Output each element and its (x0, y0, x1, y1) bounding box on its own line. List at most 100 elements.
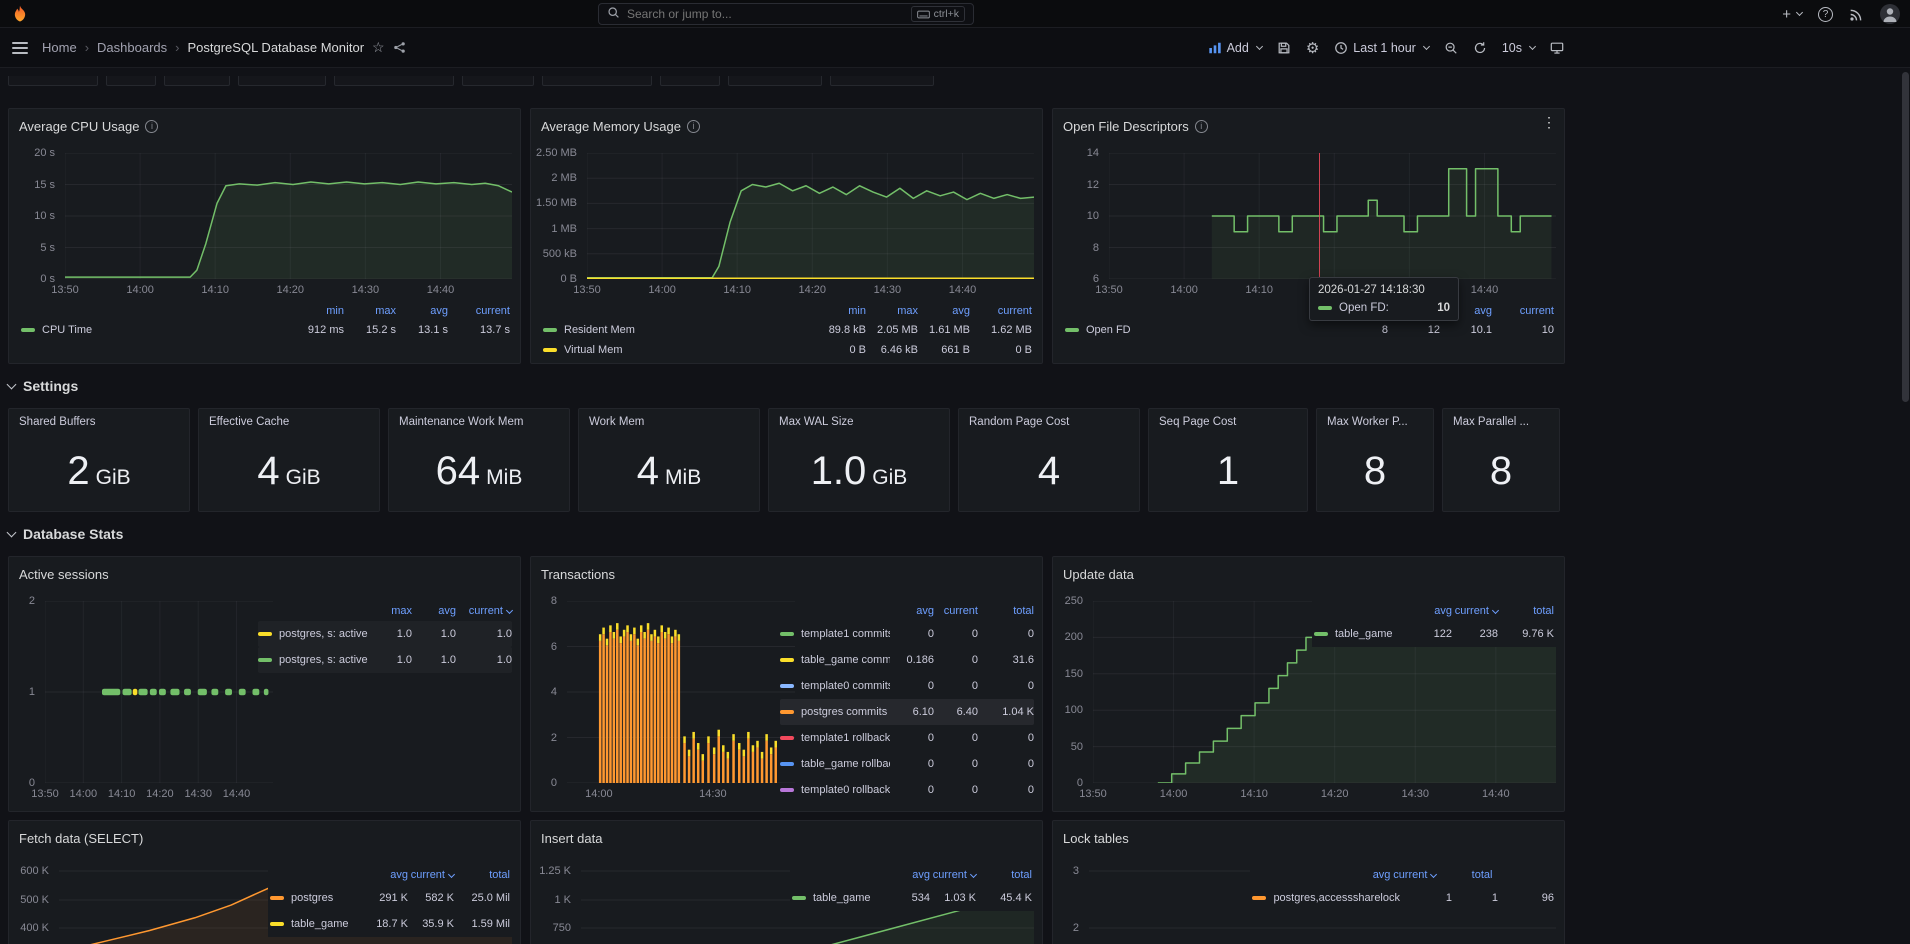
variable-dropdown[interactable] (462, 76, 534, 86)
legend-header-total[interactable]: total (1436, 869, 1492, 881)
time-range-picker[interactable]: Last 1 hour (1334, 41, 1429, 55)
series-label[interactable]: table_game (813, 892, 871, 904)
section-header-settings[interactable]: Settings (8, 372, 1565, 400)
variable-dropdown[interactable] (542, 76, 652, 86)
variable-dropdown[interactable] (106, 76, 156, 86)
legend-header-avg[interactable]: avg (412, 605, 456, 617)
series-label[interactable]: table_game commits (801, 654, 890, 666)
refresh-interval-picker[interactable]: 10s (1502, 41, 1535, 55)
search-box[interactable]: ctrl+k (598, 3, 974, 25)
series-label[interactable]: template0 commits (801, 680, 890, 692)
zoom-out-icon[interactable] (1444, 41, 1458, 55)
menu-toggle-icon[interactable] (12, 42, 28, 54)
new-button[interactable]: + (1782, 6, 1802, 23)
breadcrumb-home[interactable]: Home (42, 40, 77, 55)
kiosk-mode-icon[interactable] (1550, 41, 1564, 55)
dashboard-settings-icon[interactable]: ⚙ (1306, 39, 1319, 57)
series-label[interactable]: table_game (291, 918, 349, 930)
series-label[interactable]: table_game rollbacks (801, 758, 890, 770)
variable-dropdown[interactable] (830, 76, 934, 86)
info-icon[interactable]: i (687, 120, 700, 133)
legend-header-current[interactable]: current (448, 305, 510, 317)
legend-header-total[interactable]: total (978, 605, 1034, 617)
breadcrumb-dashboards[interactable]: Dashboards (97, 40, 167, 55)
legend-header-avg[interactable]: avg (362, 869, 408, 881)
legend-header-total[interactable]: total (1498, 605, 1554, 617)
series-label[interactable]: postgres (291, 892, 333, 904)
legend-header-avg[interactable]: avg (396, 305, 448, 317)
plot-area[interactable] (567, 601, 795, 783)
variable-dropdown[interactable] (238, 76, 326, 86)
variable-dropdown[interactable] (660, 76, 720, 86)
favorite-star-icon[interactable]: ☆ (372, 39, 385, 56)
panel-menu-icon[interactable]: ⋮ (1542, 115, 1556, 129)
series-label[interactable]: table_game (1335, 628, 1393, 640)
panel-header[interactable]: Lock tables (1053, 821, 1564, 855)
info-icon[interactable]: i (145, 120, 158, 133)
panel-header[interactable]: Insert data (531, 821, 1042, 855)
series-label[interactable]: Virtual Mem (564, 344, 622, 356)
variable-dropdown[interactable] (728, 76, 822, 86)
panel-header[interactable]: Active sessions (9, 557, 520, 591)
legend-header-avg[interactable]: avg (884, 869, 930, 881)
user-avatar[interactable] (1880, 4, 1900, 24)
legend-header-avg[interactable]: avg (1344, 869, 1390, 881)
legend-header-avg[interactable]: avg (918, 305, 970, 317)
panel-header[interactable]: Update data (1053, 557, 1564, 591)
legend-header-current[interactable]: current (970, 305, 1032, 317)
panel-header[interactable]: Average CPU Usage i (9, 109, 520, 143)
share-icon[interactable] (393, 41, 406, 54)
legend-header-current[interactable]: current (934, 605, 978, 617)
scrollbar[interactable] (1902, 72, 1909, 402)
legend-header-max[interactable]: max (344, 305, 396, 317)
legend-header-max[interactable]: max (866, 305, 918, 317)
legend-header-total[interactable]: total (976, 869, 1032, 881)
refresh-icon[interactable] (1473, 41, 1487, 55)
variable-dropdown[interactable] (334, 76, 454, 86)
series-label[interactable]: Open FD (1086, 324, 1131, 336)
news-icon[interactable] (1849, 7, 1864, 22)
legend-header-total[interactable]: total (454, 869, 510, 881)
legend-header-min[interactable]: min (814, 305, 866, 317)
variable-dropdown[interactable] (8, 76, 98, 86)
variable-dropdown[interactable] (164, 76, 230, 86)
add-panel-button[interactable]: Add (1208, 41, 1262, 55)
legend-header-current[interactable]: current (1452, 605, 1498, 617)
legend-header-max[interactable]: max (368, 605, 412, 617)
plot-area[interactable] (45, 601, 273, 783)
panel-header[interactable]: Open File Descriptors i (1053, 109, 1564, 143)
legend-header-current[interactable]: current (930, 869, 976, 881)
series-label[interactable]: postgres,accesssharelock (1273, 892, 1400, 904)
series-label[interactable]: template1 commits (801, 628, 890, 640)
plot-area[interactable] (587, 153, 1034, 279)
grafana-logo-icon[interactable] (10, 4, 30, 24)
chevron-down-icon (7, 379, 17, 389)
legend-header-current[interactable]: current (408, 869, 454, 881)
section-header-database-stats[interactable]: Database Stats (8, 520, 1565, 548)
legend-header-min[interactable]: min (292, 305, 344, 317)
series-label[interactable]: postgres, s: active (279, 628, 368, 640)
series-swatch (1252, 896, 1266, 900)
legend-header-current[interactable]: current (456, 605, 512, 617)
panel-header[interactable]: Transactions (531, 557, 1042, 591)
info-icon[interactable]: i (1195, 120, 1208, 133)
series-label[interactable]: template0 rollbacks (801, 784, 890, 796)
legend-header-current[interactable]: current (1492, 305, 1554, 317)
legend-value: 9.76 K (1498, 628, 1554, 640)
series-label[interactable]: CPU Time (42, 324, 92, 336)
plot-area[interactable] (65, 153, 512, 279)
plot-area[interactable] (1109, 153, 1556, 279)
series-label[interactable]: template1 rollbacks (801, 732, 890, 744)
save-dashboard-icon[interactable] (1277, 41, 1291, 55)
search-input[interactable] (627, 7, 904, 21)
legend-value: 35.9 K (408, 918, 454, 930)
legend-header-avg[interactable]: avg (1406, 605, 1452, 617)
help-icon[interactable]: ? (1818, 7, 1833, 22)
panel-header[interactable]: Fetch data (SELECT) (9, 821, 520, 855)
panel-header[interactable]: Average Memory Usage i (531, 109, 1042, 143)
legend-header-avg[interactable]: avg (890, 605, 934, 617)
series-label[interactable]: Resident Mem (564, 324, 635, 336)
series-label[interactable]: postgres commits (801, 706, 887, 718)
legend-header-current[interactable]: current (1390, 869, 1436, 881)
series-label[interactable]: postgres, s: active (279, 654, 368, 666)
